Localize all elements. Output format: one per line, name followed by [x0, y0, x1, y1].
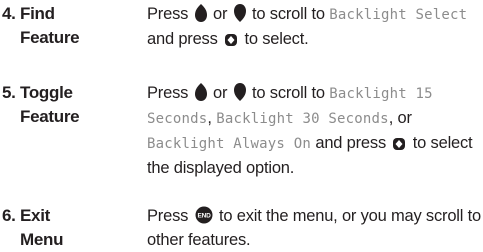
lcd-text: Backlight Always On — [147, 136, 311, 152]
step-number: 4. — [2, 4, 16, 23]
desc-text: , — [207, 109, 212, 127]
step-description: Press or to scroll to Backlight 15 Secon… — [147, 81, 483, 180]
desc-text: or — [212, 5, 228, 23]
desc-text: to select. — [244, 30, 309, 48]
end-key-label: END — [197, 213, 211, 220]
desc-text: to scroll to — [252, 84, 325, 102]
desc-text: Press — [147, 5, 189, 23]
desc-text: to scroll to — [252, 5, 325, 23]
desc-text: Press — [147, 207, 189, 225]
step-description: Press or to scroll to Backlight Select a… — [147, 2, 483, 51]
desc-text: Press — [147, 84, 189, 102]
step-title-line2: Feature — [20, 107, 80, 126]
desc-text: and press — [315, 134, 387, 152]
desc-text: or — [212, 84, 228, 102]
end-key-icon: END — [195, 206, 213, 224]
select-key-icon — [224, 33, 238, 47]
step-description: Press END to exit the menu, or you may s… — [147, 204, 483, 252]
desc-text: , or — [388, 109, 412, 127]
step-number: 5. — [2, 83, 16, 102]
step-title-line2: Menu — [20, 230, 64, 249]
desc-text: and press — [147, 30, 218, 48]
step-number: 6. — [2, 206, 16, 225]
scroll-down-key-icon — [233, 83, 246, 101]
lcd-text: Backlight 30 Seconds — [216, 111, 389, 127]
step-title: Toggle Feature — [20, 81, 130, 129]
scroll-up-key-icon — [194, 4, 207, 22]
scroll-down-key-icon — [233, 4, 246, 22]
step-title-line1: Toggle — [20, 83, 73, 102]
step-title-line2: Feature — [20, 28, 80, 47]
step-title-line1: Find — [20, 4, 55, 23]
lcd-text: Backlight Select — [329, 7, 468, 23]
step-title-line1: Exit — [20, 206, 50, 225]
step-title: Find Feature — [20, 2, 130, 50]
scroll-up-key-icon — [194, 83, 207, 101]
step-title: Exit Menu — [20, 204, 130, 252]
select-key-icon — [392, 137, 406, 151]
